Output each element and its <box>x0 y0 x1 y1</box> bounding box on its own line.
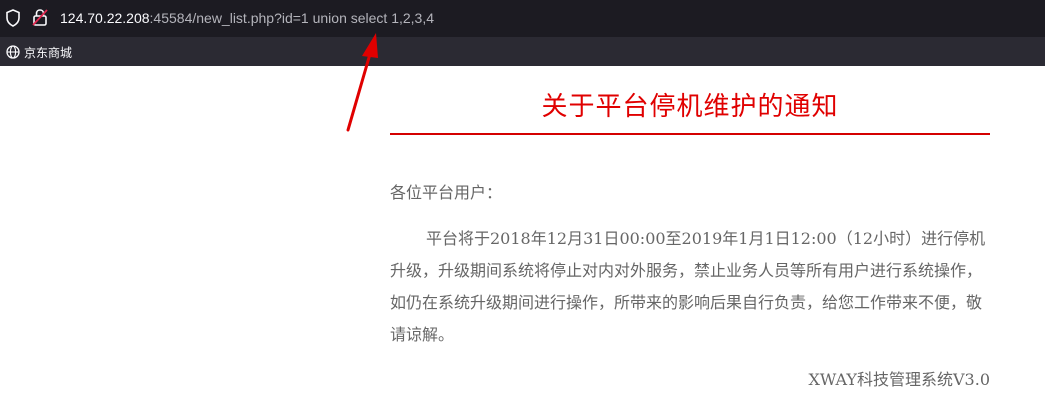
address-bar[interactable]: 124.70.22.208:45584/new_list.php?id=1 un… <box>0 0 1045 36</box>
notice-signature: XWAY科技管理系统V3.0 <box>808 370 990 389</box>
bookmark-label: 京东商城 <box>24 45 73 60</box>
insecure-lock-icon[interactable] <box>32 8 48 26</box>
bookmarks-toolbar: 京东商城 <box>0 36 1045 67</box>
notice-greeting: 各位平台用户： <box>390 183 503 202</box>
title-divider <box>390 133 990 135</box>
page-content: 关于平台停机维护的通知 各位平台用户： 平台将于2018年12月31日00:00… <box>0 66 1045 404</box>
url-field[interactable]: 124.70.22.208:45584/new_list.php?id=1 un… <box>60 8 434 28</box>
url-path: :45584/new_list.php?id=1 union select 1,… <box>149 10 435 26</box>
globe-icon <box>6 45 20 59</box>
browser-chrome: 124.70.22.208:45584/new_list.php?id=1 un… <box>0 0 1045 67</box>
shield-icon[interactable] <box>5 9 21 27</box>
notice-body: 平台将于2018年12月31日00:00至2019年1月1日12:00（12小时… <box>390 229 986 344</box>
url-host: 124.70.22.208 <box>60 10 150 26</box>
bookmark-jd[interactable]: 京东商城 <box>6 43 72 61</box>
notice-title: 关于平台停机维护的通知 <box>541 92 839 122</box>
